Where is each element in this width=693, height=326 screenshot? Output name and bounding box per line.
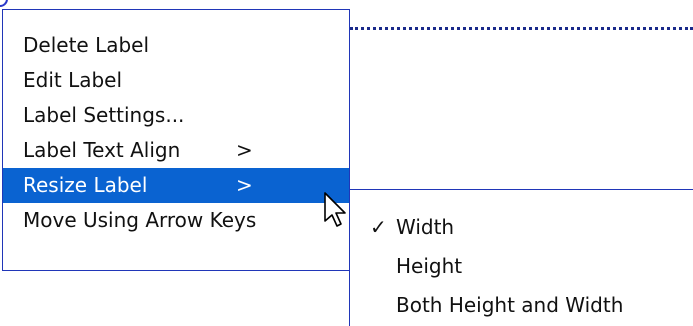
resize-submenu: ✓ Width Height Both Height and Width [349, 189, 693, 326]
menu-item-label: Label Settings... [23, 103, 185, 127]
mouse-pointer-icon [324, 192, 346, 227]
menu-item-resize-label[interactable]: Resize Label > [3, 168, 349, 203]
canvas: Delete Label Edit Label Label Settings..… [0, 0, 693, 326]
menu-item-label: Label Text Align [23, 138, 181, 162]
menu-item-label-settings[interactable]: Label Settings... [3, 98, 349, 133]
menu-item-label: Edit Label [23, 68, 123, 92]
resize-handle[interactable] [0, 0, 8, 7]
menu-item-delete-label[interactable]: Delete Label [3, 28, 349, 63]
menu-item-label: Delete Label [23, 33, 150, 57]
menu-item-label: Resize Label [23, 173, 148, 197]
submenu-arrow-icon: > [236, 138, 253, 162]
context-menu: Delete Label Edit Label Label Settings..… [2, 9, 350, 271]
dotted-guide-line [350, 27, 693, 30]
submenu-item-height[interactable]: Height [350, 247, 693, 286]
submenu-item-label: Both Height and Width [396, 293, 624, 317]
menu-item-label-text-align[interactable]: Label Text Align > [3, 133, 349, 168]
submenu-item-both[interactable]: Both Height and Width [350, 286, 693, 325]
submenu-item-label: Height [396, 254, 463, 278]
menu-item-edit-label[interactable]: Edit Label [3, 63, 349, 98]
submenu-item-width[interactable]: ✓ Width [350, 208, 693, 247]
checkmark-icon: ✓ [370, 215, 387, 239]
submenu-item-label: Width [396, 215, 455, 239]
menu-item-move-arrow-keys[interactable]: Move Using Arrow Keys [3, 203, 349, 238]
menu-item-label: Move Using Arrow Keys [23, 208, 257, 232]
submenu-arrow-icon: > [236, 173, 253, 197]
